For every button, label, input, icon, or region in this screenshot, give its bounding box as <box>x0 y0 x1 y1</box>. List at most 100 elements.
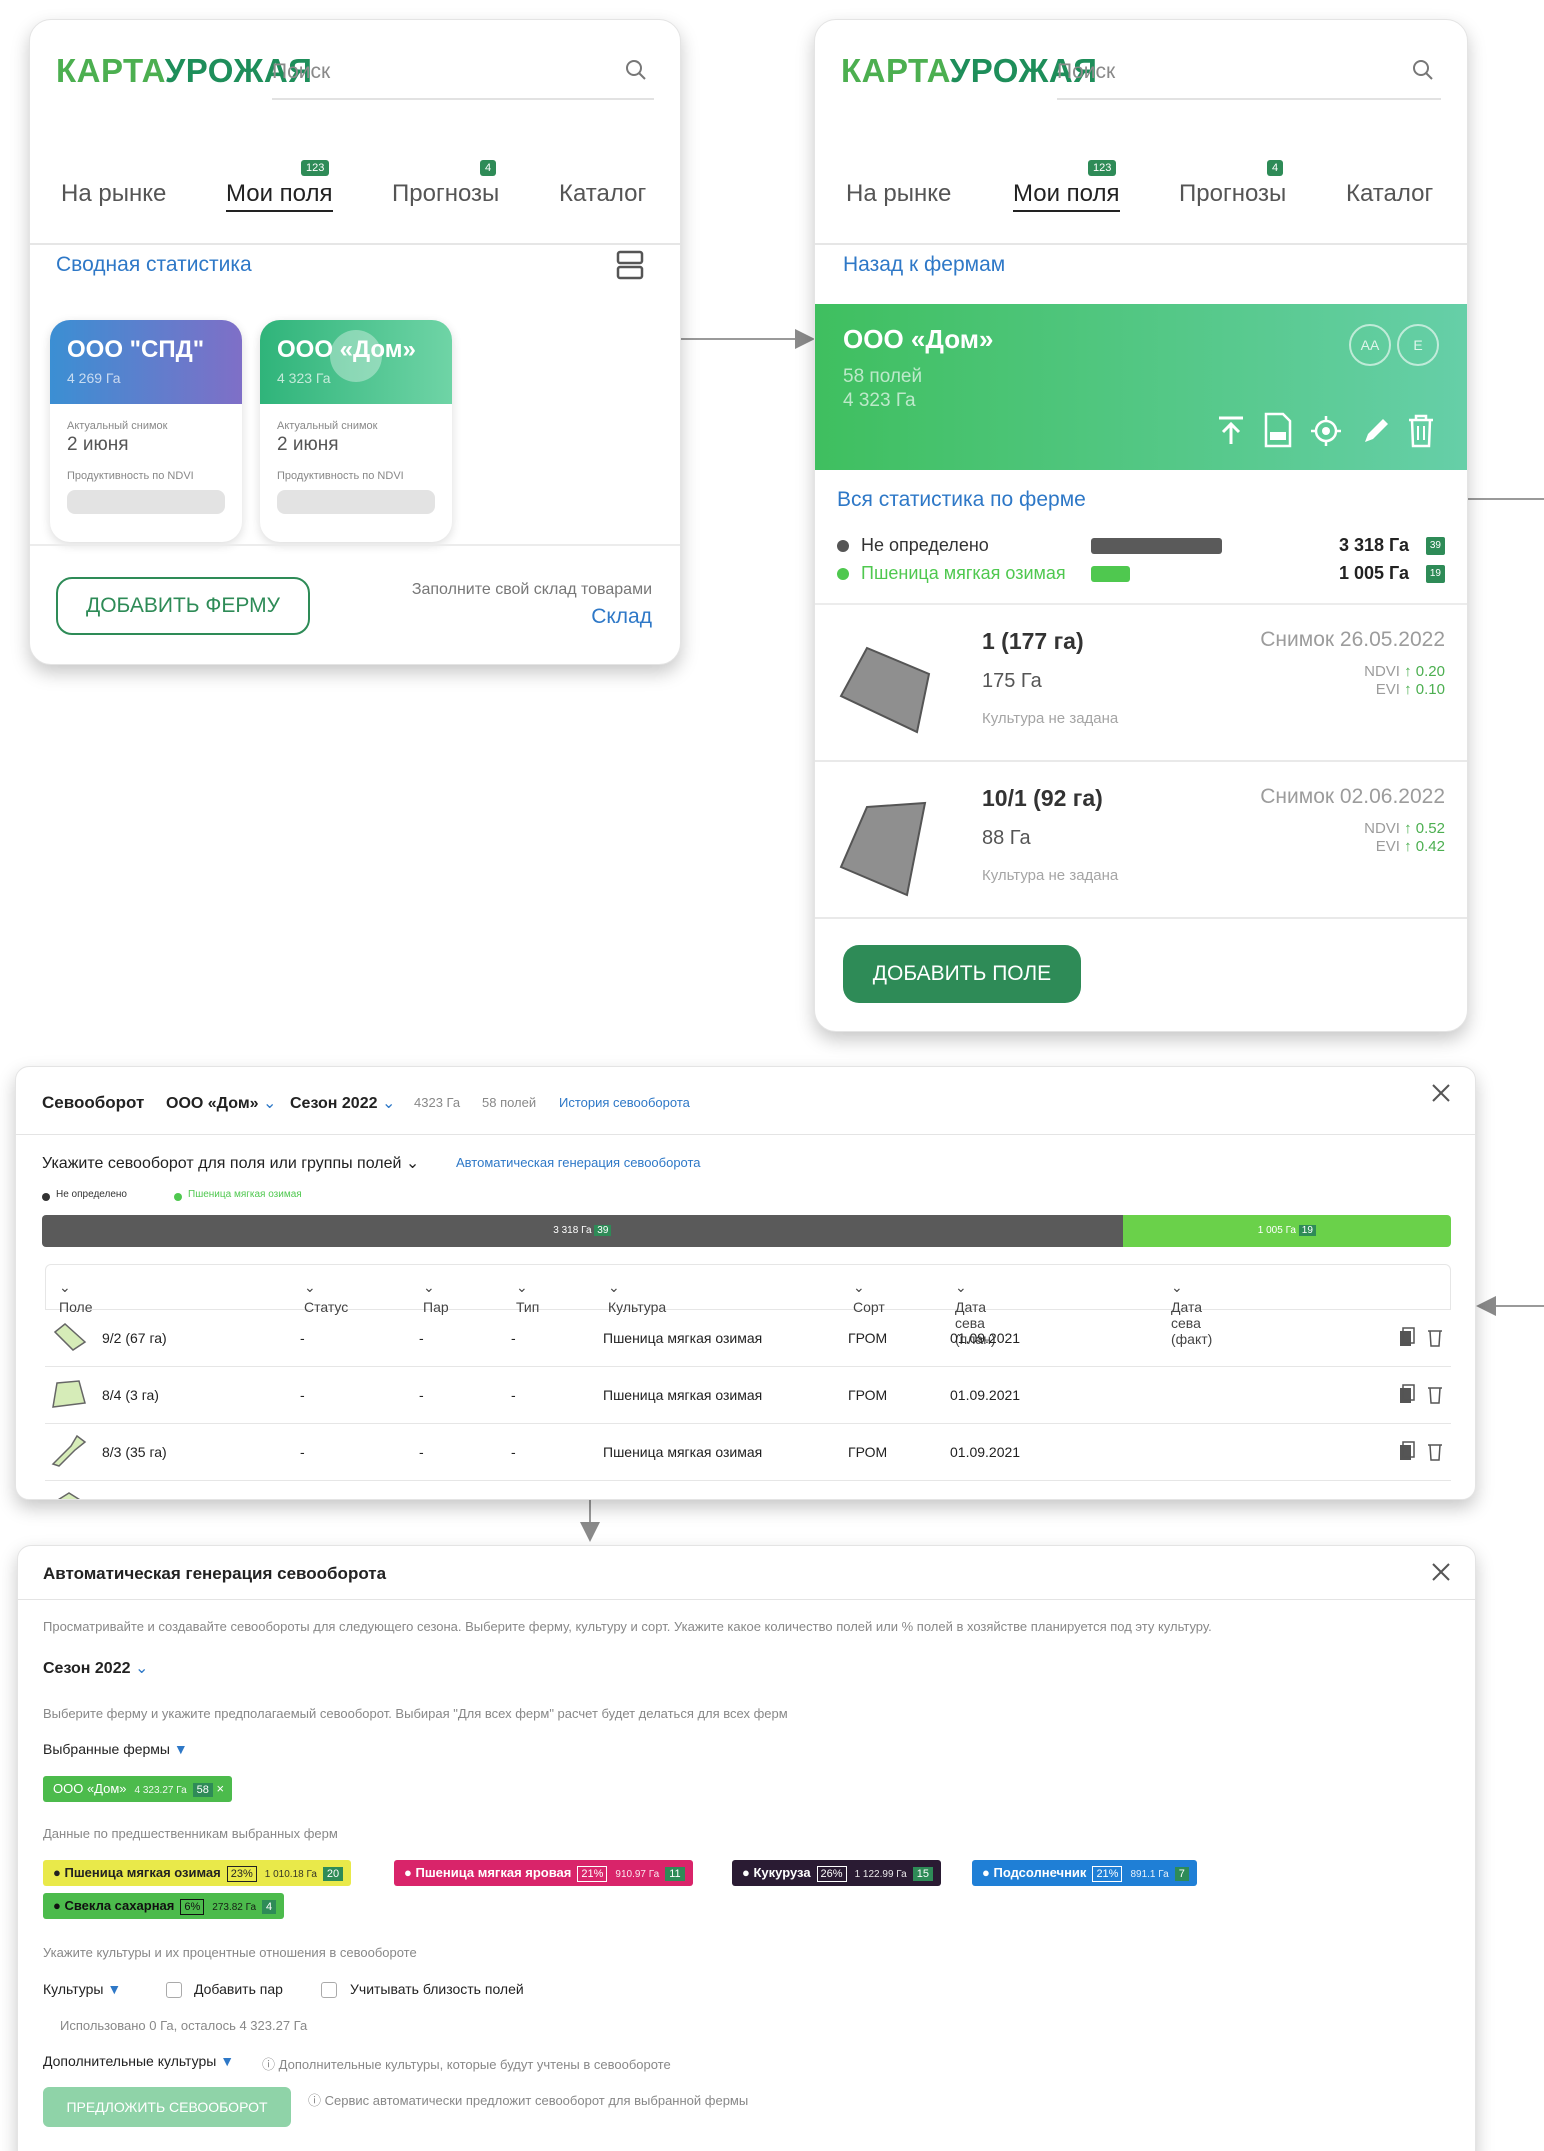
legend-dot <box>837 568 849 580</box>
edit-icon[interactable] <box>1361 416 1391 446</box>
add-par-label: Добавить пар <box>194 1981 283 1997</box>
snapshot-label: Актуальный снимок <box>67 420 168 432</box>
search-field[interactable]: Поиск <box>272 60 654 100</box>
tab-catalog[interactable]: Каталог <box>559 180 646 208</box>
copy-icon[interactable] <box>1399 1441 1415 1461</box>
close-icon[interactable] <box>1431 1562 1451 1582</box>
trash-icon[interactable] <box>1407 414 1435 448</box>
pdf-icon[interactable] <box>1263 412 1293 448</box>
col-field[interactable]: Поле ⌄ <box>59 1279 93 1315</box>
season-selector[interactable]: Сезон 2022 ⌄ <box>290 1093 395 1113</box>
stat-bar <box>1091 538 1222 554</box>
tab-catalog[interactable]: Каталог <box>1346 180 1433 208</box>
avatar[interactable]: АА <box>1349 324 1391 366</box>
field-list-item[interactable]: 10/1 (92 га) 88 Га Культура не задана Сн… <box>815 763 1467 919</box>
summary-stats-link[interactable]: Сводная статистика <box>56 253 252 277</box>
predecessor-chip[interactable]: ● Свекла сахарная 6% 273.82 Га 4 <box>43 1893 285 1919</box>
tap-indicator <box>330 330 382 382</box>
history-link[interactable]: История севооборота <box>559 1095 690 1110</box>
trash-icon[interactable] <box>1427 1441 1443 1461</box>
upload-icon[interactable] <box>1215 414 1247 448</box>
suggest-rotation-button[interactable]: ПРЕДЛОЖИТЬ СЕВООБОРОТ <box>43 2087 291 2127</box>
app-header: КАРТАУРОЖАЯ Поиск На рынке Мои поля 123 П… <box>30 20 680 245</box>
crops-dropdown[interactable]: Культуры ▼ <box>43 1981 121 1997</box>
selected-farms-dropdown[interactable]: Выбранные фермы ▼ <box>43 1741 188 1757</box>
field-list-item[interactable]: 1 (177 га) 175 Га Культура не задана Сни… <box>815 606 1467 762</box>
table-row[interactable]: 8/3 (35 га) - - - Пшеница мягкая озимая … <box>45 1424 1451 1481</box>
tab-my-fields[interactable]: Мои поля 123 <box>1013 160 1120 212</box>
generator-description: Просматривайте и создавайте севообороты … <box>43 1619 1212 1634</box>
selected-farm-chip[interactable]: ООО «Дом» 4 323.27 Га 58 × <box>43 1776 233 1802</box>
ndvi-value: NDVI ↑ 0.20 <box>1364 663 1445 680</box>
farm-card-spd[interactable]: ООО "СПД" 4 269 Га Актуальный снимок 2 и… <box>50 320 242 542</box>
extra-crops-dropdown[interactable]: Дополнительные культуры ▼ <box>43 2053 234 2069</box>
close-icon[interactable] <box>1431 1083 1451 1103</box>
warehouse-link[interactable]: Склад <box>591 605 652 629</box>
predecessor-chip[interactable]: ● Кукуруза 26% 1 122.99 Га 15 <box>732 1860 941 1886</box>
tab-forecasts[interactable]: Прогнозы 4 <box>1179 160 1286 208</box>
stats-row: Не определено 3 318 Га 39 <box>837 533 1445 559</box>
divider <box>30 544 680 546</box>
farm-area: 4 323 Га <box>843 390 916 411</box>
predecessors-label: Данные по предшественникам выбранных фер… <box>43 1826 338 1841</box>
copy-icon[interactable] <box>1399 1327 1415 1347</box>
trash-icon[interactable] <box>1427 1327 1443 1347</box>
stat-value: 1 005 Га <box>1338 563 1409 583</box>
col-status[interactable]: Статус ⌄ <box>304 1279 348 1315</box>
trash-icon[interactable] <box>1427 1384 1443 1404</box>
rotation-title: Севооборот <box>42 1093 145 1112</box>
proximity-checkbox[interactable] <box>321 1982 337 1998</box>
tab-market[interactable]: На рынке <box>846 180 951 208</box>
field-crop-note: Культура не задана <box>982 867 1119 884</box>
auto-rotation-panel: Автоматическая генерация севооборота Про… <box>17 1545 1476 2151</box>
crop-rotation-panel: Севооборот ООО «Дом» ⌄ Сезон 2022 ⌄ 4323… <box>15 1066 1476 1500</box>
farm-card-dom[interactable]: ООО «Дом» 4 323 Га Актуальный снимок 2 и… <box>260 320 452 542</box>
tab-market[interactable]: На рынке <box>61 180 166 208</box>
search-field[interactable]: Поиск <box>1057 60 1441 100</box>
avatar[interactable]: Е <box>1397 324 1439 366</box>
add-farm-button[interactable]: ДОБАВИТЬ ФЕРМУ <box>56 577 310 635</box>
col-type[interactable]: Тип ⌄ <box>516 1279 539 1315</box>
search-icon[interactable] <box>1411 58 1435 82</box>
forecasts-badge: 4 <box>480 160 497 176</box>
tab-my-fields[interactable]: Мои поля 123 <box>226 160 333 212</box>
remove-chip-icon[interactable]: × <box>217 1781 225 1796</box>
season-selector[interactable]: Сезон 2022 ⌄ <box>43 1658 148 1678</box>
col-par[interactable]: Пар ⌄ <box>423 1279 449 1315</box>
predecessor-chip[interactable]: ● Подсолнечник 21% 891.1 Га 7 <box>972 1860 1197 1886</box>
predecessor-chip[interactable]: ● Пшеница мягкая яровая 21% 910.97 Га 11 <box>394 1860 693 1886</box>
col-sort[interactable]: Сорт ⌄ <box>853 1279 885 1315</box>
table-row[interactable]: 9/2 (67 га) - - - Пшеница мягкая озимая … <box>45 1310 1451 1367</box>
add-par-checkbox[interactable] <box>166 1982 182 1998</box>
field-shape-icon <box>53 1323 87 1351</box>
tab-forecasts[interactable]: Прогнозы 4 <box>392 160 499 208</box>
field-area: 175 Га <box>982 670 1042 692</box>
stats-row: Пшеница мягкая озимая 1 005 Га 19 <box>837 561 1445 587</box>
col-plan-date[interactable]: Дата сева (план) ⌄ <box>955 1279 996 1347</box>
evi-value: EVI ↑ 0.42 <box>1375 838 1445 855</box>
all-stats-link[interactable]: Вся статистика по ферме <box>837 488 1086 512</box>
auto-generation-link[interactable]: Автоматическая генерация севооборота <box>456 1155 701 1170</box>
search-placeholder: Поиск <box>1057 60 1116 83</box>
back-to-farms-link[interactable]: Назад к фермам <box>843 253 1005 277</box>
extra-crops-hint: ⓘ Дополнительные культуры, которые будут… <box>262 2057 671 2072</box>
locate-icon[interactable] <box>1311 416 1341 446</box>
field-snapshot: Снимок 02.06.2022 <box>1260 785 1445 808</box>
field-snapshot: Снимок 26.05.2022 <box>1260 628 1445 651</box>
add-field-button[interactable]: ДОБАВИТЬ ПОЛЕ <box>843 945 1081 1003</box>
stat-value: 3 318 Га <box>1338 535 1409 555</box>
stat-label: Пшеница мягкая озимая <box>861 563 1066 583</box>
col-fact-date[interactable]: Дата сева (факт) ⌄ <box>1171 1279 1212 1347</box>
farm-selector[interactable]: ООО «Дом» ⌄ <box>166 1093 276 1113</box>
proximity-label: Учитывать близость полей <box>350 1981 524 1997</box>
specify-rotation-dropdown[interactable]: Укажите севооборот для поля или группы п… <box>42 1153 419 1173</box>
list-view-icon[interactable] <box>616 250 644 280</box>
usage-text: Использовано 0 Га, осталось 4 323.27 Га <box>60 2018 308 2033</box>
search-icon[interactable] <box>624 58 648 82</box>
legend-dot <box>174 1193 182 1201</box>
table-row[interactable]: 8/4 (3 га) - - - Пшеница мягкая озимая Г… <box>45 1367 1451 1424</box>
col-crop[interactable]: Культура ⌄ <box>608 1279 666 1315</box>
predecessor-chip[interactable]: ● Пшеница мягкая озимая 23% 1 010.18 Га 20 <box>43 1860 352 1886</box>
copy-icon[interactable] <box>1399 1384 1415 1404</box>
farm-hint: Выберите ферму и укажите предполагаемый … <box>43 1706 788 1721</box>
